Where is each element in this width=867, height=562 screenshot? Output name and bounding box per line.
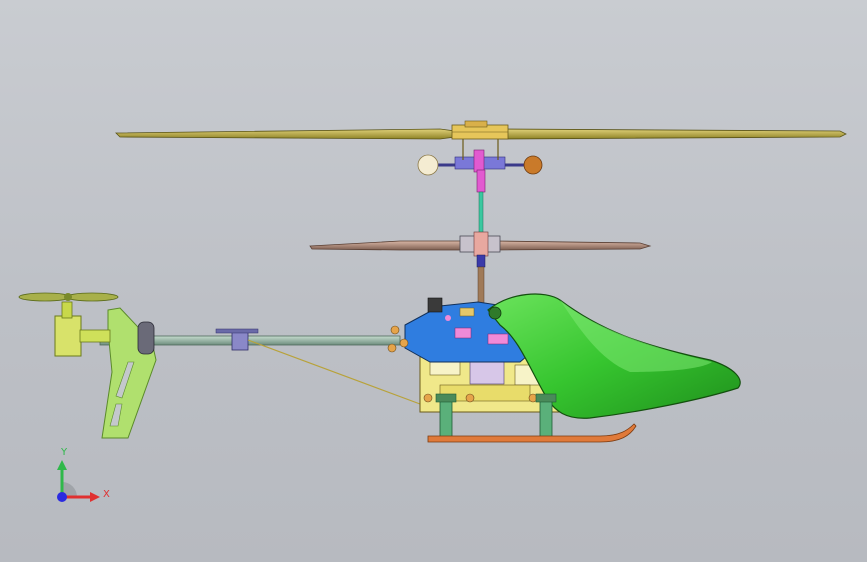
x-axis-label: X — [103, 489, 110, 500]
y-axis-label: Y — [60, 447, 68, 458]
flybar-weight-right — [523, 155, 543, 175]
landing-skid — [427, 423, 637, 443]
tail-rotor — [18, 292, 119, 302]
cad-viewport[interactable]: Y X — [0, 0, 867, 562]
coordinate-triad: Y X — [57, 447, 110, 502]
main-shaft — [478, 191, 484, 238]
flybar-weight-left — [417, 154, 439, 176]
lower-rotor-hub — [459, 231, 501, 304]
shaft-collar — [476, 169, 486, 193]
flybar — [430, 139, 530, 173]
helicopter-model-view[interactable]: Y X — [0, 0, 867, 562]
rotor-head — [451, 120, 509, 140]
z-axis-dot — [57, 492, 67, 502]
canopy-mount — [488, 306, 502, 320]
tail-motor — [54, 301, 111, 357]
gyro-box — [427, 297, 443, 313]
tail-fin — [101, 307, 157, 439]
